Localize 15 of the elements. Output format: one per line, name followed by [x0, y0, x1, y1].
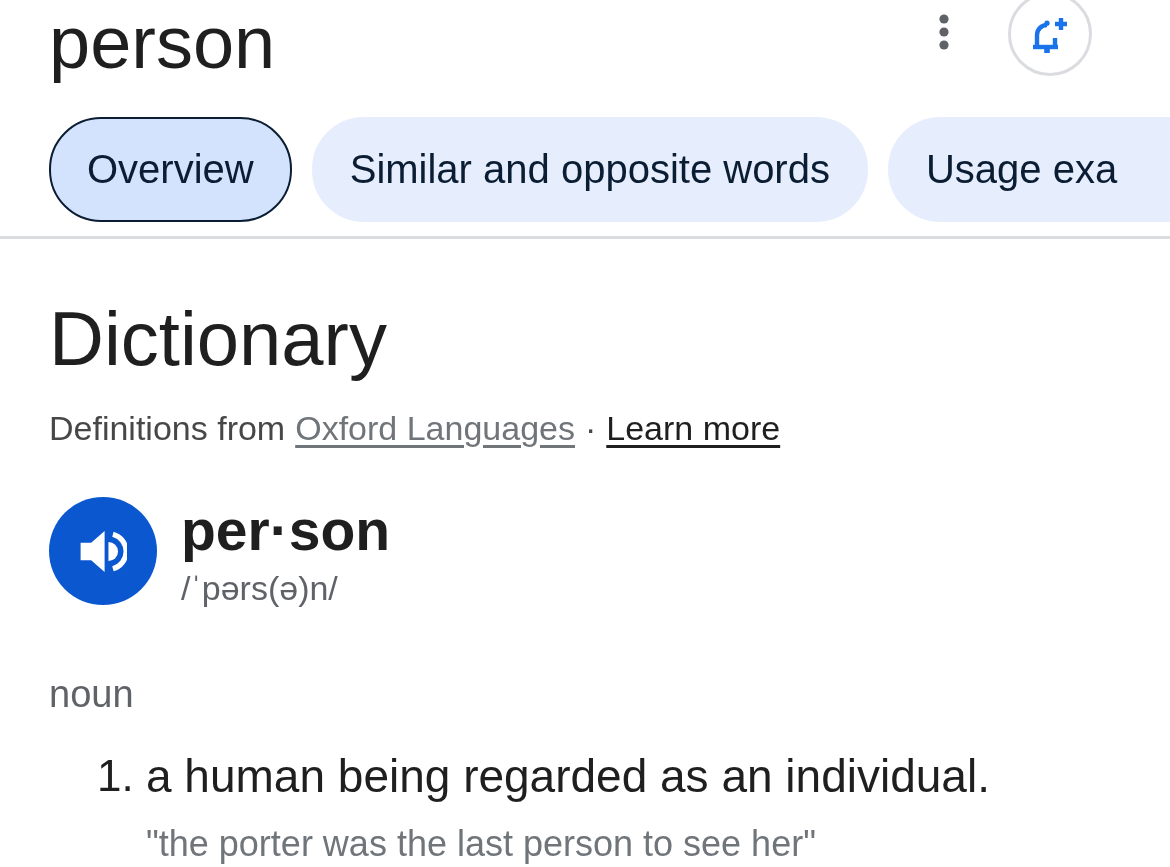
- part-of-speech: noun: [49, 672, 135, 716]
- tab[interactable]: Similar and opposite words: [311, 117, 868, 222]
- provider-link[interactable]: Oxford Languages: [295, 408, 575, 448]
- speaker-icon: [79, 528, 127, 574]
- phonetic-text: /ˈpərs(ə)n/: [181, 568, 339, 608]
- definition-text: a human being regarded as an individual.: [146, 750, 990, 802]
- tab[interactable]: Usage exa: [887, 117, 1170, 222]
- vertical-dots-icon[interactable]: [939, 14, 949, 50]
- tab[interactable]: Overview: [49, 117, 292, 222]
- source-text: Definitions from: [49, 408, 286, 448]
- separator-text: ·: [584, 408, 597, 448]
- learn-more-link[interactable]: Learn more: [606, 408, 781, 448]
- example-text: "the porter was the last person to see her": [146, 823, 816, 865]
- bell-plus-icon: [1031, 15, 1069, 53]
- definition-number: 1.: [96, 750, 135, 802]
